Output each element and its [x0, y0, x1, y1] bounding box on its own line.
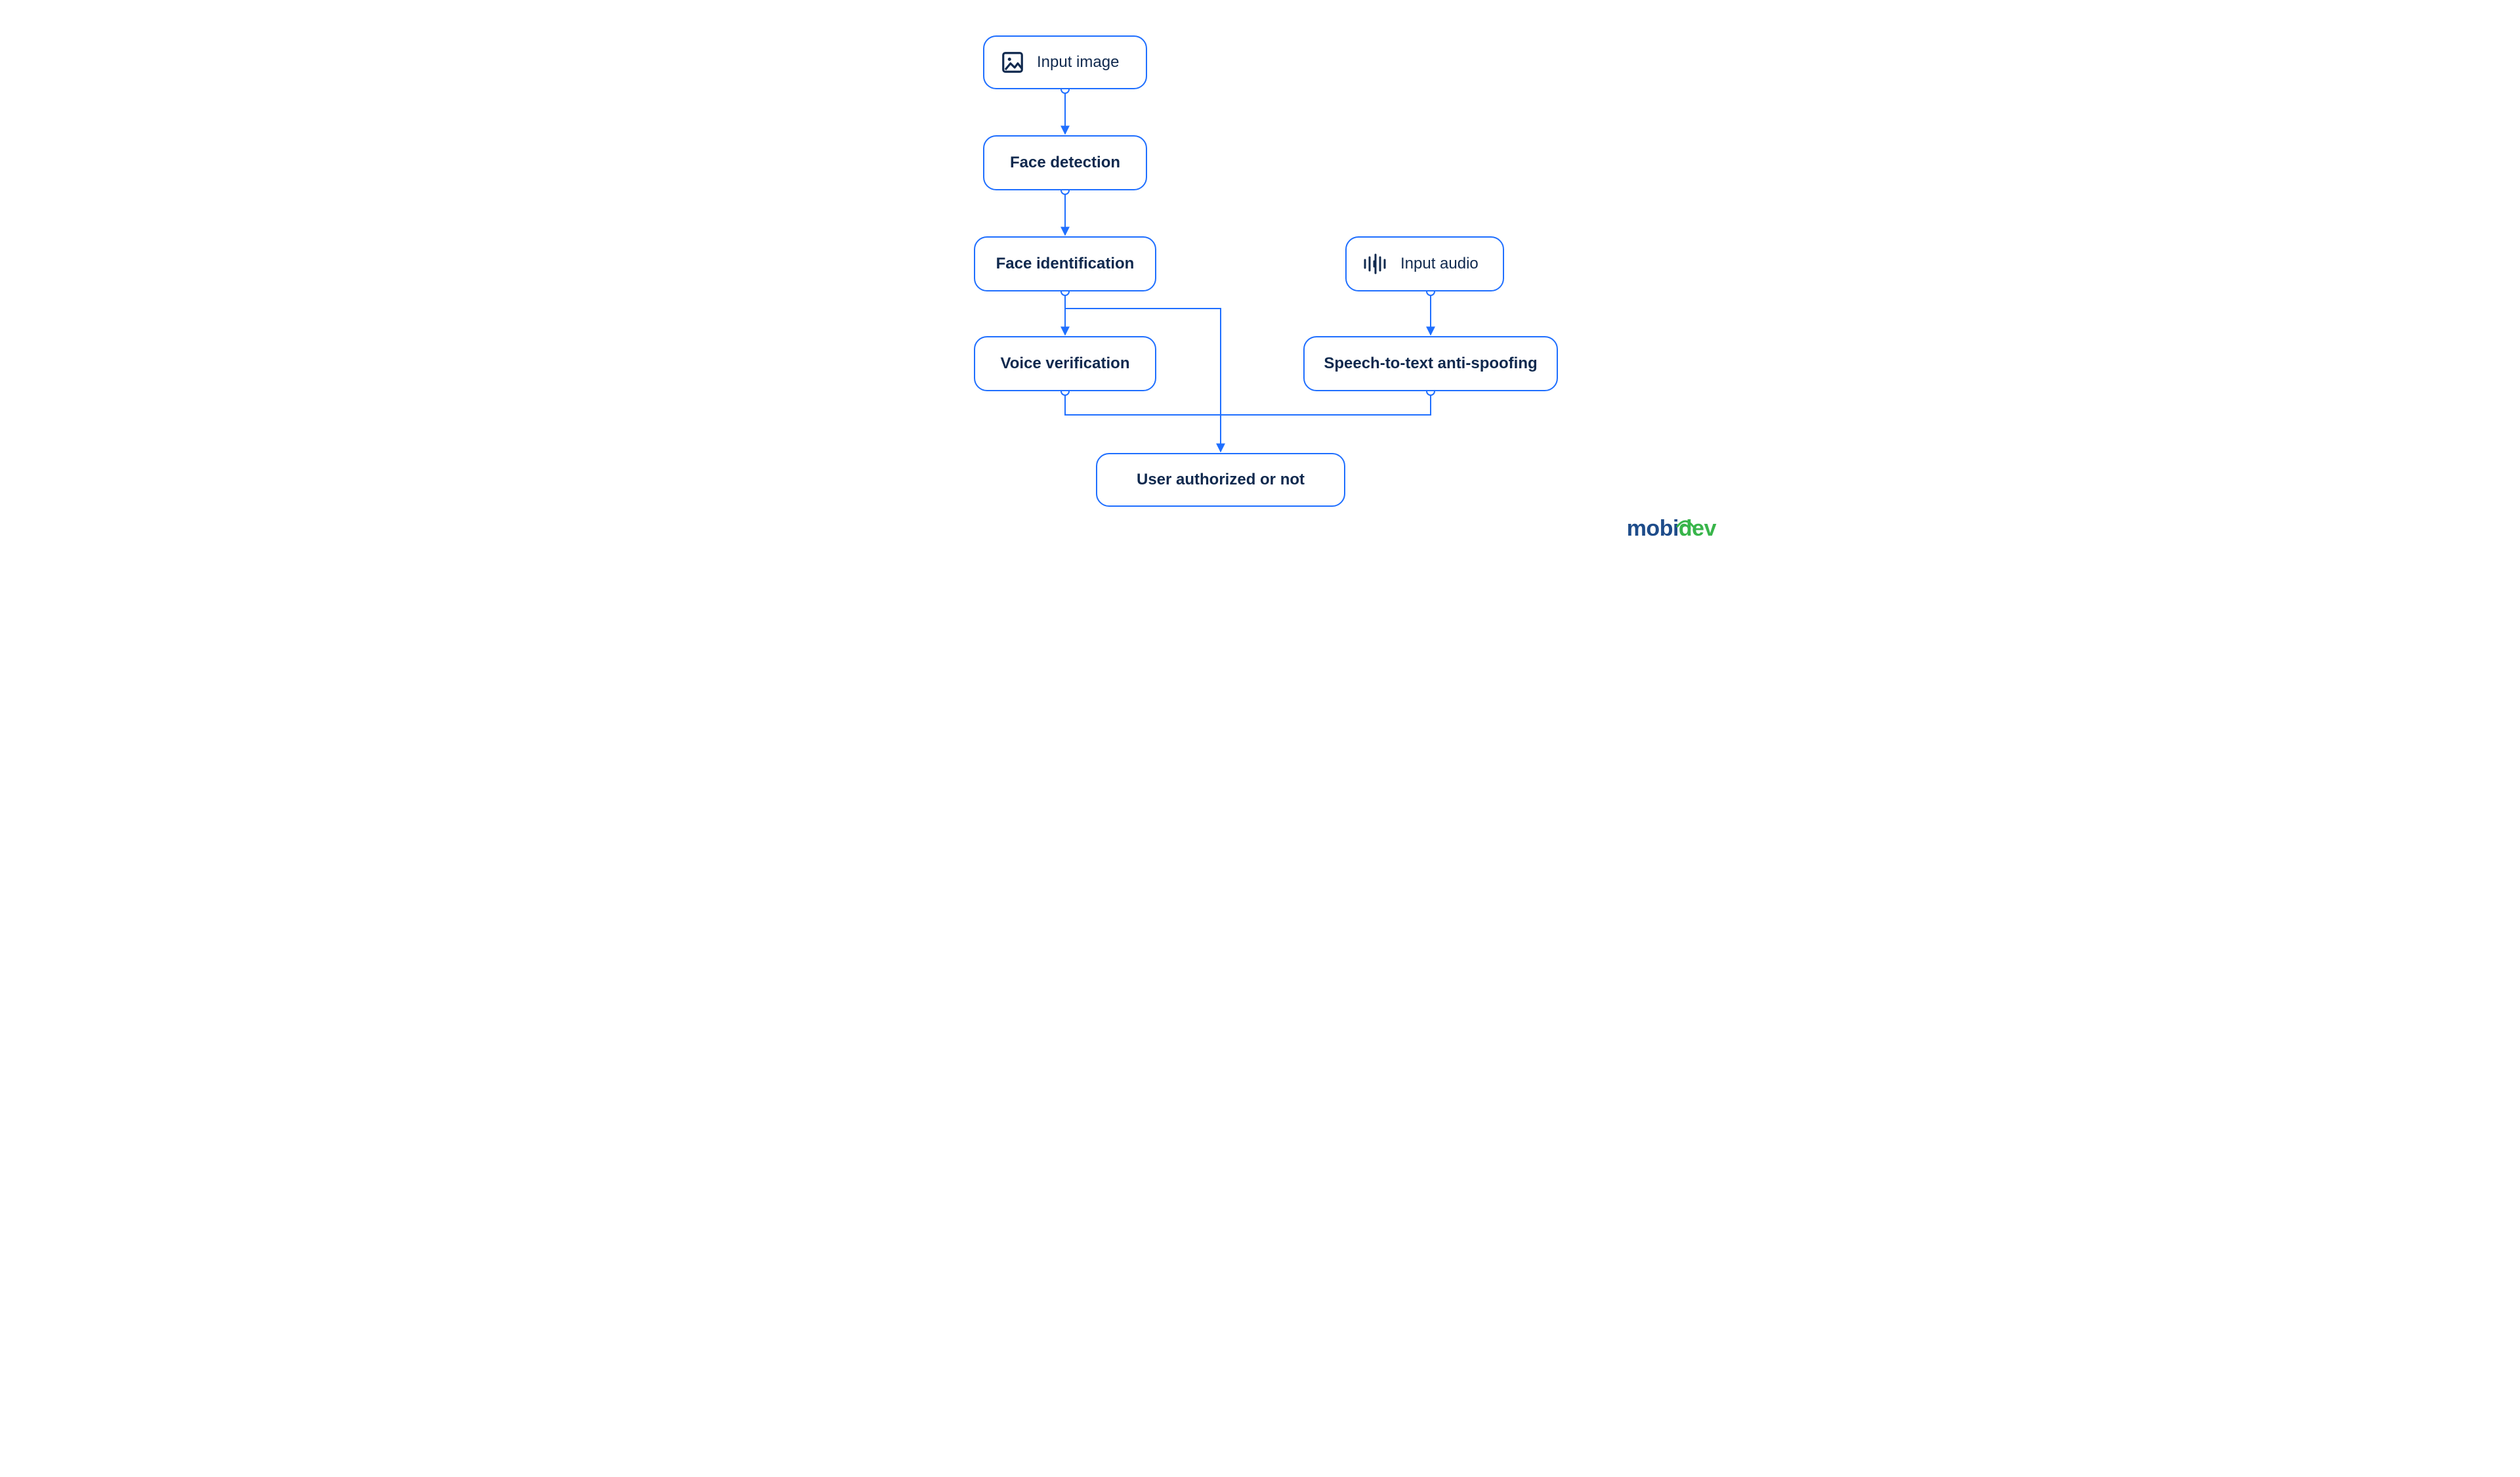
node-input-image: Input image [983, 35, 1147, 89]
node-anti-spoofing: Speech-to-text anti-spoofing [1303, 336, 1558, 391]
node-label: User authorized or not [1137, 471, 1305, 489]
wifi-icon [1676, 511, 1694, 536]
node-label: Face detection [1010, 154, 1120, 172]
node-result: User authorized or not [1096, 453, 1345, 507]
node-label: Input image [1037, 53, 1119, 72]
logo-text-mobi: mobi [1627, 516, 1679, 541]
diagram-canvas: Input image Face detection Face identifi… [788, 0, 1732, 551]
audio-wave-icon [1362, 253, 1389, 274]
node-face-identification: Face identification [974, 236, 1156, 291]
node-label: Speech-to-text anti-spoofing [1324, 354, 1537, 373]
image-icon [1000, 50, 1025, 75]
node-input-audio: Input audio [1345, 236, 1504, 291]
node-label: Face identification [996, 255, 1135, 273]
node-label: Voice verification [1001, 354, 1130, 373]
mobidev-logo: mobidev [1627, 516, 1716, 542]
node-face-detection: Face detection [983, 135, 1147, 190]
node-label: Input audio [1400, 255, 1479, 273]
node-voice-verification: Voice verification [974, 336, 1156, 391]
